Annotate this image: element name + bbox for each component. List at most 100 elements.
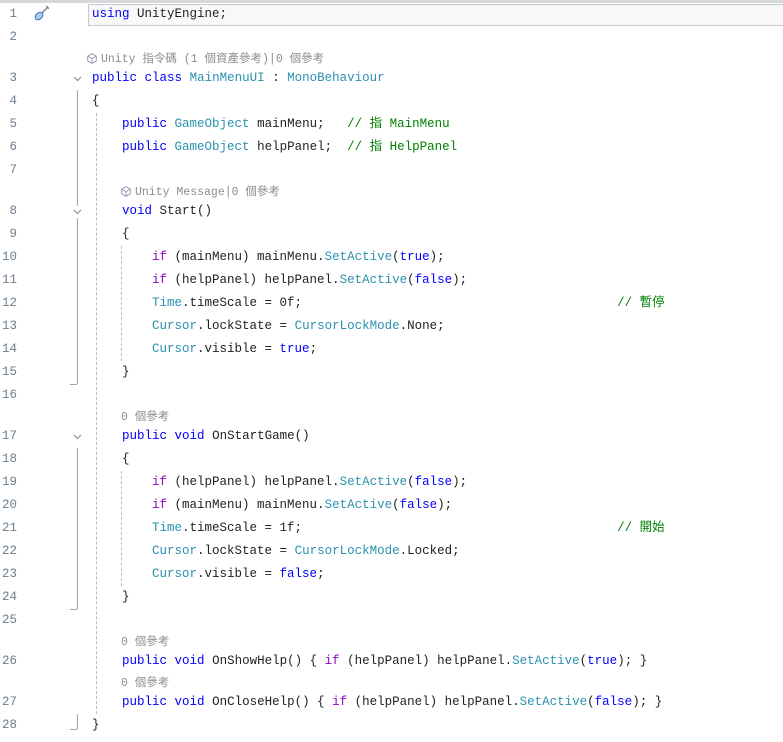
line-number[interactable]: 11 — [0, 269, 17, 292]
chevron-down-icon — [73, 434, 81, 440]
code-text[interactable]: { — [92, 223, 130, 246]
code-line: 3 public class MainMenuUI : MonoBehaviour — [0, 67, 783, 90]
code-text[interactable]: } — [92, 361, 130, 384]
line-number[interactable]: 8 — [0, 200, 17, 223]
chevron-down-icon — [73, 209, 81, 215]
line-number[interactable]: 20 — [0, 494, 17, 517]
line-number[interactable]: 2 — [0, 26, 17, 49]
code-line: 27 public void OnCloseHelp() { if (helpP… — [0, 691, 783, 714]
line-number[interactable]: 26 — [0, 650, 17, 673]
code-line: 8 void Start() — [0, 200, 783, 223]
codelens-label: Unity 指令碼 (1 個資產參考)|0 個參考 — [101, 53, 325, 66]
code-text[interactable]: if (helpPanel) helpPanel.SetActive(false… — [92, 471, 467, 494]
line-number[interactable]: 3 — [0, 67, 17, 90]
code-line: 23 Cursor.visible = false; — [0, 563, 783, 586]
code-text[interactable]: } — [92, 714, 100, 737]
code-text[interactable]: public GameObject helpPanel; // 指 HelpPa… — [92, 136, 457, 159]
code-text[interactable]: if (helpPanel) helpPanel.SetActive(false… — [92, 269, 467, 292]
line-number[interactable]: 28 — [0, 714, 17, 737]
code-line: 1 using UnityEngine; — [0, 3, 783, 26]
code-text[interactable]: public void OnShowHelp() { if (helpPanel… — [92, 650, 647, 673]
code-text[interactable]: Cursor.lockState = CursorLockMode.Locked… — [92, 540, 460, 563]
quick-actions-icon[interactable] — [33, 4, 51, 22]
line-number[interactable]: 6 — [0, 136, 17, 159]
code-line: 22 Cursor.lockState = CursorLockMode.Loc… — [0, 540, 783, 563]
code-line: 10 if (mainMenu) mainMenu.SetActive(true… — [0, 246, 783, 269]
code-text[interactable]: if (mainMenu) mainMenu.SetActive(true); — [92, 246, 445, 269]
unity-cube-icon — [121, 185, 131, 197]
codelens-label: 0 個參考 — [121, 677, 170, 690]
line-number[interactable]: 4 — [0, 90, 17, 113]
line-number[interactable]: 1 — [0, 3, 17, 26]
code-line: 5 public GameObject mainMenu; // 指 MainM… — [0, 113, 783, 136]
codelens-row: 0 個參考 — [0, 673, 783, 691]
line-number[interactable]: 24 — [0, 586, 17, 609]
screwdriver-quick-actions-icon — [34, 5, 50, 21]
line-number[interactable]: 23 — [0, 563, 17, 586]
code-text[interactable]: Time.timeScale = 1f; // 開始 — [92, 517, 665, 540]
line-number[interactable]: 25 — [0, 609, 17, 632]
codelens-label: 0 個參考 — [121, 411, 170, 424]
code-line: 28} — [0, 714, 783, 737]
code-line: 7 — [0, 159, 783, 182]
codelens-references-link[interactable]: Unity Message|0 個參考 — [121, 182, 280, 200]
code-line: 18 { — [0, 448, 783, 471]
line-number[interactable]: 9 — [0, 223, 17, 246]
code-line: 11 if (helpPanel) helpPanel.SetActive(fa… — [0, 269, 783, 292]
line-number[interactable]: 16 — [0, 384, 17, 407]
codelens-references-link[interactable]: 0 個參考 — [121, 673, 169, 691]
code-line: 2 — [0, 26, 783, 49]
code-line: 20 if (mainMenu) mainMenu.SetActive(fals… — [0, 494, 783, 517]
code-text[interactable]: public void OnStartGame() — [92, 425, 310, 448]
line-number[interactable]: 10 — [0, 246, 17, 269]
line-number[interactable]: 18 — [0, 448, 17, 471]
line-number[interactable]: 7 — [0, 159, 17, 182]
code-line: 21 Time.timeScale = 1f; // 開始 — [0, 517, 783, 540]
codelens-references-link[interactable]: 0 個參考 — [121, 632, 169, 650]
fold-chevron-icon[interactable] — [70, 73, 84, 85]
codelens-row: 0 個參考 — [0, 407, 783, 425]
code-line: 26 public void OnShowHelp() { if (helpPa… — [0, 650, 783, 673]
line-number[interactable]: 5 — [0, 113, 17, 136]
code-line: 4{ — [0, 90, 783, 113]
code-text[interactable]: public class MainMenuUI : MonoBehaviour — [92, 67, 385, 90]
code-text[interactable]: void Start() — [92, 200, 212, 223]
line-number[interactable]: 14 — [0, 338, 17, 361]
code-line: 13 Cursor.lockState = CursorLockMode.Non… — [0, 315, 783, 338]
line-number[interactable]: 19 — [0, 471, 17, 494]
line-number[interactable]: 12 — [0, 292, 17, 315]
code-text[interactable]: { — [92, 448, 130, 471]
code-text[interactable]: { — [92, 90, 100, 113]
code-editor: 1 using UnityEngine; 2 Unity 指令碼 (1 個資產參考)|… — [0, 0, 783, 742]
code-text[interactable]: if (mainMenu) mainMenu.SetActive(false); — [92, 494, 452, 517]
codelens-row: Unity Message|0 個參考 — [0, 182, 783, 200]
code-text[interactable]: public void OnCloseHelp() { if (helpPane… — [92, 691, 662, 714]
code-text[interactable]: public GameObject mainMenu; // 指 MainMen… — [92, 113, 450, 136]
line-number[interactable]: 21 — [0, 517, 17, 540]
codelens-label: 0 個參考 — [121, 636, 170, 649]
code-line: 15 } — [0, 361, 783, 384]
codelens-references-link[interactable]: 0 個參考 — [121, 407, 169, 425]
line-number[interactable]: 13 — [0, 315, 17, 338]
code-text[interactable]: using UnityEngine; — [92, 3, 227, 26]
code-text[interactable]: Cursor.visible = true; — [92, 338, 317, 361]
code-text[interactable]: Time.timeScale = 0f; // 暫停 — [92, 292, 665, 315]
chevron-down-icon — [73, 76, 81, 82]
fold-chevron-icon[interactable] — [70, 206, 84, 218]
code-line: 12 Time.timeScale = 0f; // 暫停 — [0, 292, 783, 315]
code-text[interactable]: } — [92, 586, 130, 609]
line-number[interactable]: 15 — [0, 361, 17, 384]
line-number[interactable]: 22 — [0, 540, 17, 563]
codelens-row: Unity 指令碼 (1 個資產參考)|0 個參考 — [0, 49, 783, 67]
code-line: 6 public GameObject helpPanel; // 指 Help… — [0, 136, 783, 159]
code-line: 24 } — [0, 586, 783, 609]
line-number[interactable]: 17 — [0, 425, 17, 448]
code-line: 14 Cursor.visible = true; — [0, 338, 783, 361]
code-text[interactable]: Cursor.visible = false; — [92, 563, 325, 586]
code-line: 9 { — [0, 223, 783, 246]
code-line: 25 — [0, 609, 783, 632]
line-number[interactable]: 27 — [0, 691, 17, 714]
fold-chevron-icon[interactable] — [70, 431, 84, 443]
code-text[interactable]: Cursor.lockState = CursorLockMode.None; — [92, 315, 445, 338]
codelens-references-link[interactable]: Unity 指令碼 (1 個資產參考)|0 個參考 — [87, 49, 324, 67]
